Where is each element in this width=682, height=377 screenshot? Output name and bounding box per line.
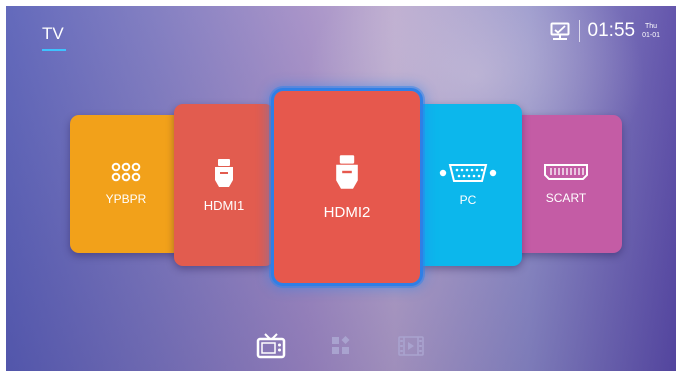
bottom-dock [6, 333, 676, 359]
apps-icon[interactable] [325, 333, 357, 359]
source-card-hdmi2[interactable]: HDMI2 [271, 88, 423, 286]
tv-home-screen: TV 01:55 Thu 01-01 YPBPR SCART HDMI1 PC … [6, 6, 676, 371]
tab-underline [42, 49, 66, 51]
source-card-pc[interactable]: PC [414, 104, 522, 266]
clock-weekday: Thu [645, 23, 658, 30]
clock-time: 01:55 [587, 20, 636, 41]
source-label: SCART [545, 191, 587, 205]
clock-day: 01-01 [642, 32, 660, 39]
clock-date: Thu 01-01 [642, 22, 660, 40]
tv-icon[interactable] [255, 333, 287, 359]
hdmi-connector-icon [335, 154, 359, 190]
source-card-scart[interactable]: SCART [510, 115, 622, 253]
source-card-ypbpr[interactable]: YPBPR [70, 115, 182, 253]
source-label: PC [459, 193, 477, 207]
source-label: HDMI2 [323, 203, 371, 221]
source-label: HDMI1 [203, 197, 245, 213]
tab-tv[interactable]: TV [42, 24, 66, 51]
status-bar: 01:55 Thu 01-01 [549, 20, 660, 42]
scart-connector-icon [543, 163, 589, 181]
network-icon[interactable] [549, 21, 571, 41]
media-icon[interactable] [395, 333, 427, 359]
vga-connector-icon [439, 163, 497, 183]
source-label: YPBPR [105, 192, 147, 206]
hdmi-connector-icon [214, 158, 234, 188]
component-connector-icon [109, 162, 143, 182]
status-divider [578, 20, 580, 42]
tab-tv-label: TV [42, 24, 64, 43]
source-card-hdmi1[interactable]: HDMI1 [174, 104, 274, 266]
